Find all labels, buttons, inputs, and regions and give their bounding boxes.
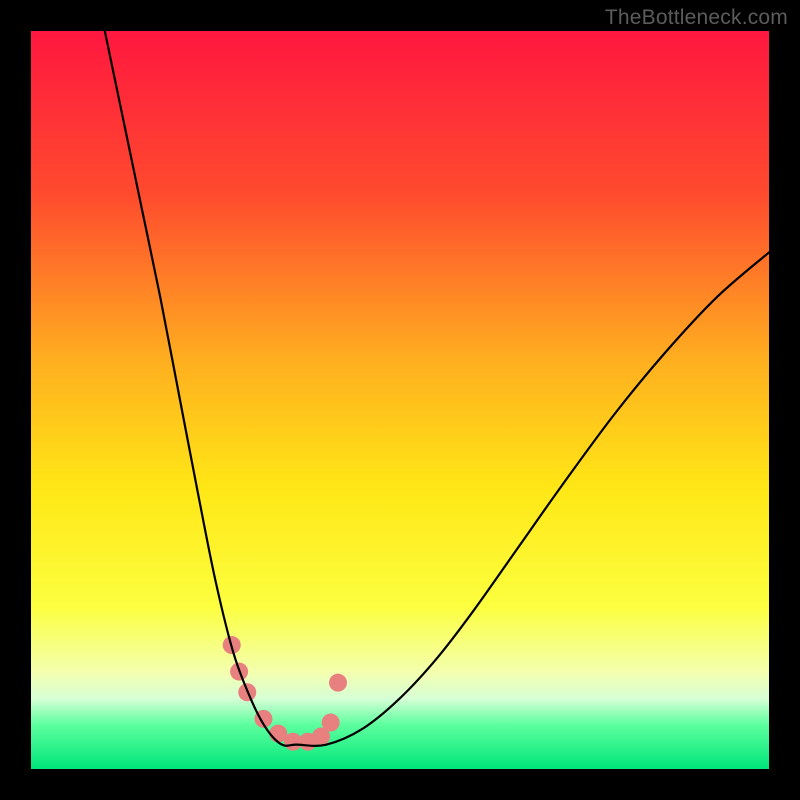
plot-area: [31, 31, 769, 769]
marker-dot: [329, 674, 347, 692]
chart-frame: TheBottleneck.com: [0, 0, 800, 800]
chart-svg: [31, 31, 769, 769]
marker-dot: [322, 714, 340, 732]
attribution-text: TheBottleneck.com: [605, 6, 788, 30]
gradient-background: [31, 31, 769, 769]
